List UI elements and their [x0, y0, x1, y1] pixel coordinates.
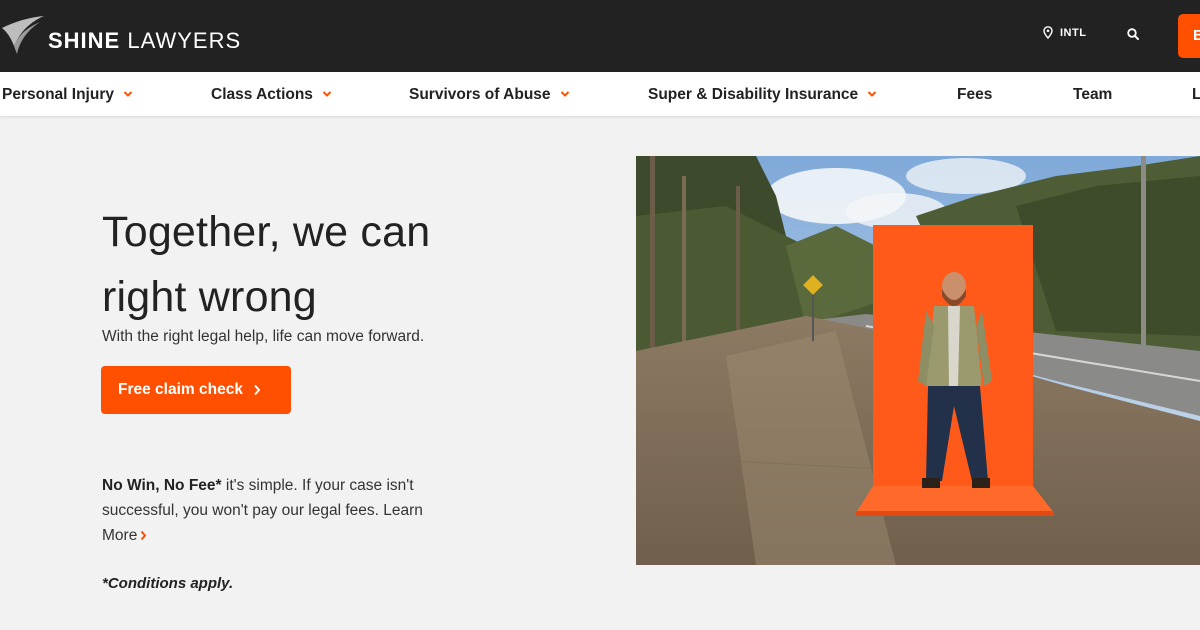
intl-selector[interactable]: INTL	[1043, 26, 1086, 39]
no-win-no-fee-bold: No Win, No Fee*	[102, 477, 222, 494]
nav-item-label: Survivors of Abuse	[409, 86, 551, 103]
nav-item-truncated[interactable]: L	[1192, 86, 1200, 104]
hero-image	[636, 156, 1200, 565]
nav-item-team[interactable]: Team	[1073, 86, 1112, 104]
intl-label: INTL	[1060, 26, 1087, 39]
nav-item-survivors-of-abuse[interactable]: Survivors of Abuse	[409, 86, 570, 104]
top-cta-button[interactable]: B	[1178, 14, 1200, 58]
chevron-down-icon	[123, 91, 133, 97]
logo-wordmark: SHINE LAWYERS	[48, 28, 242, 53]
no-win-no-fee-text: No Win, No Fee* it's simple. If your cas…	[102, 473, 442, 548]
top-bar: SHINE LAWYERS INTL B	[0, 0, 1200, 72]
nav-item-label: L	[1192, 86, 1200, 103]
nav-item-label: Personal Injury	[2, 86, 114, 103]
free-claim-check-button[interactable]: Free claim check	[101, 366, 291, 414]
location-pin-icon	[1043, 26, 1053, 39]
search-button[interactable]	[1124, 25, 1144, 45]
nav-item-label: Super & Disability Insurance	[648, 86, 859, 103]
search-icon	[1127, 28, 1139, 40]
hero-headline: Together, we can right wrong	[102, 208, 431, 321]
nav-item-label: Team	[1073, 86, 1113, 103]
hero-photo-illustration	[636, 156, 1200, 565]
nav-item-personal-injury[interactable]: Personal Injury	[2, 86, 133, 104]
chevron-right-icon	[254, 384, 261, 396]
main-nav: Personal Injury Class Actions Survivors …	[0, 72, 1200, 117]
nav-item-class-actions[interactable]: Class Actions	[211, 86, 332, 104]
chevron-down-icon	[322, 91, 332, 97]
shine-wing-logo-icon	[2, 16, 44, 54]
chevron-down-icon	[867, 91, 877, 97]
shine-lawyers-logo[interactable]: SHINE LAWYERS	[0, 10, 241, 62]
chevron-right-icon	[141, 530, 147, 541]
nav-item-super-disability-insurance[interactable]: Super & Disability Insurance	[648, 86, 877, 104]
hero-subtitle: With the right legal help, life can move…	[102, 328, 425, 345]
chevron-down-icon	[560, 91, 569, 97]
nav-item-label: Class Actions	[211, 86, 313, 103]
nav-item-fees[interactable]: Fees	[957, 86, 992, 104]
conditions-note: *Conditions apply.	[102, 575, 234, 592]
nav-item-label: Fees	[957, 86, 993, 103]
free-claim-check-label: Free claim check	[118, 381, 243, 398]
